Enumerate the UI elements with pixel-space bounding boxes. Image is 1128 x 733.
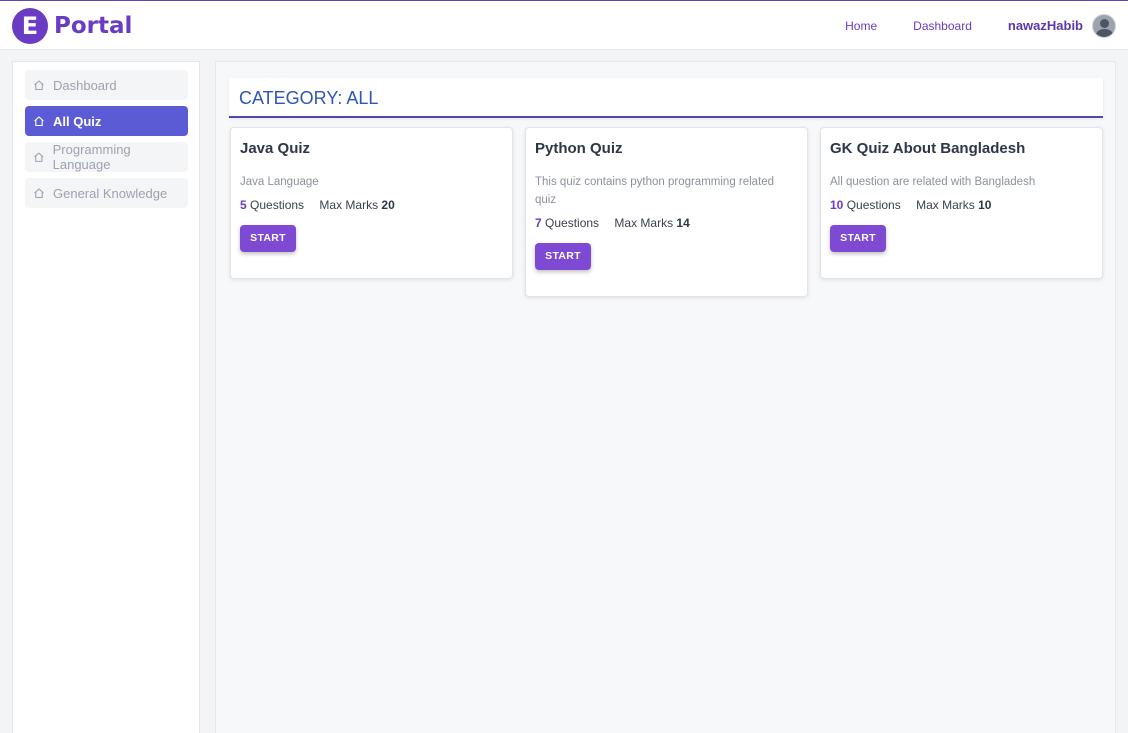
sidebar-item-label: All Quiz — [53, 113, 102, 129]
questions-label: Questions — [846, 198, 901, 212]
quiz-card: GK Quiz About Bangladesh All question ar… — [820, 127, 1103, 279]
home-icon — [34, 152, 44, 162]
question-count: 5 — [240, 198, 247, 212]
max-marks-label: Max Marks — [319, 198, 379, 212]
max-marks-value: 10 — [978, 198, 992, 212]
brand-logo: E — [12, 8, 48, 44]
quiz-card: Python Quiz This quiz contains python pr… — [525, 127, 808, 297]
sidebar-item-label: General Knowledge — [53, 185, 168, 201]
max-marks-label: Max Marks — [614, 216, 674, 230]
main-content: CATEGORY: ALL Java Quiz Java Language 5 … — [215, 61, 1116, 733]
home-icon — [34, 188, 44, 199]
quiz-description: All question are related with Bangladesh — [830, 176, 1036, 188]
quiz-description: This quiz contains python programming re… — [535, 176, 775, 206]
questions-label: Questions — [250, 198, 305, 212]
home-icon — [34, 116, 44, 127]
brand-name: Portal — [54, 13, 133, 39]
sidebar-item-label: Programming Language — [52, 142, 131, 172]
nav-link-home[interactable]: Home — [845, 19, 877, 33]
sidebar: Dashboard All Quiz Programming Language … — [12, 61, 200, 733]
question-count: 10 — [830, 198, 844, 212]
top-navbar: E Portal Home Dashboard nawazHabib — [0, 0, 1128, 50]
start-button[interactable]: START — [535, 243, 591, 270]
avatar[interactable] — [1092, 13, 1116, 38]
question-count: 7 — [535, 216, 542, 230]
quiz-meta: 5 Questions Max Marks 20 — [240, 198, 503, 212]
brand[interactable]: E Portal — [12, 8, 132, 44]
max-marks-value: 20 — [381, 198, 395, 212]
quiz-card: Java Quiz Java Language 5 Questions Max … — [230, 127, 513, 279]
quiz-title: Python Quiz — [535, 140, 623, 157]
home-icon — [34, 80, 44, 91]
category-title: CATEGORY: ALL — [229, 78, 1103, 118]
start-button[interactable]: START — [240, 225, 296, 252]
quiz-title: GK Quiz About Bangladesh — [830, 140, 1026, 157]
sidebar-item-dashboard[interactable]: Dashboard — [25, 70, 188, 100]
nav-link-dashboard[interactable]: Dashboard — [913, 19, 972, 33]
sidebar-item-all-quiz[interactable]: All Quiz — [25, 106, 188, 136]
quiz-title: Java Quiz — [240, 140, 311, 157]
questions-label: Questions — [545, 216, 600, 230]
nav-links: Home Dashboard nawazHabib — [845, 1, 1128, 50]
quiz-description: Java Language — [240, 176, 319, 188]
quiz-meta: 10 Questions Max Marks 10 — [830, 198, 1093, 212]
max-marks-label: Max Marks — [916, 198, 975, 212]
username[interactable]: nawazHabib — [1008, 18, 1083, 33]
sidebar-item-label: Dashboard — [53, 77, 117, 93]
max-marks-value: 14 — [676, 216, 690, 230]
sidebar-item-programming-language[interactable]: Programming Language — [25, 142, 188, 172]
sidebar-item-general-knowledge[interactable]: General Knowledge — [25, 178, 188, 208]
quiz-meta: 7 Questions Max Marks 14 — [535, 216, 798, 230]
start-button[interactable]: START — [830, 225, 886, 252]
